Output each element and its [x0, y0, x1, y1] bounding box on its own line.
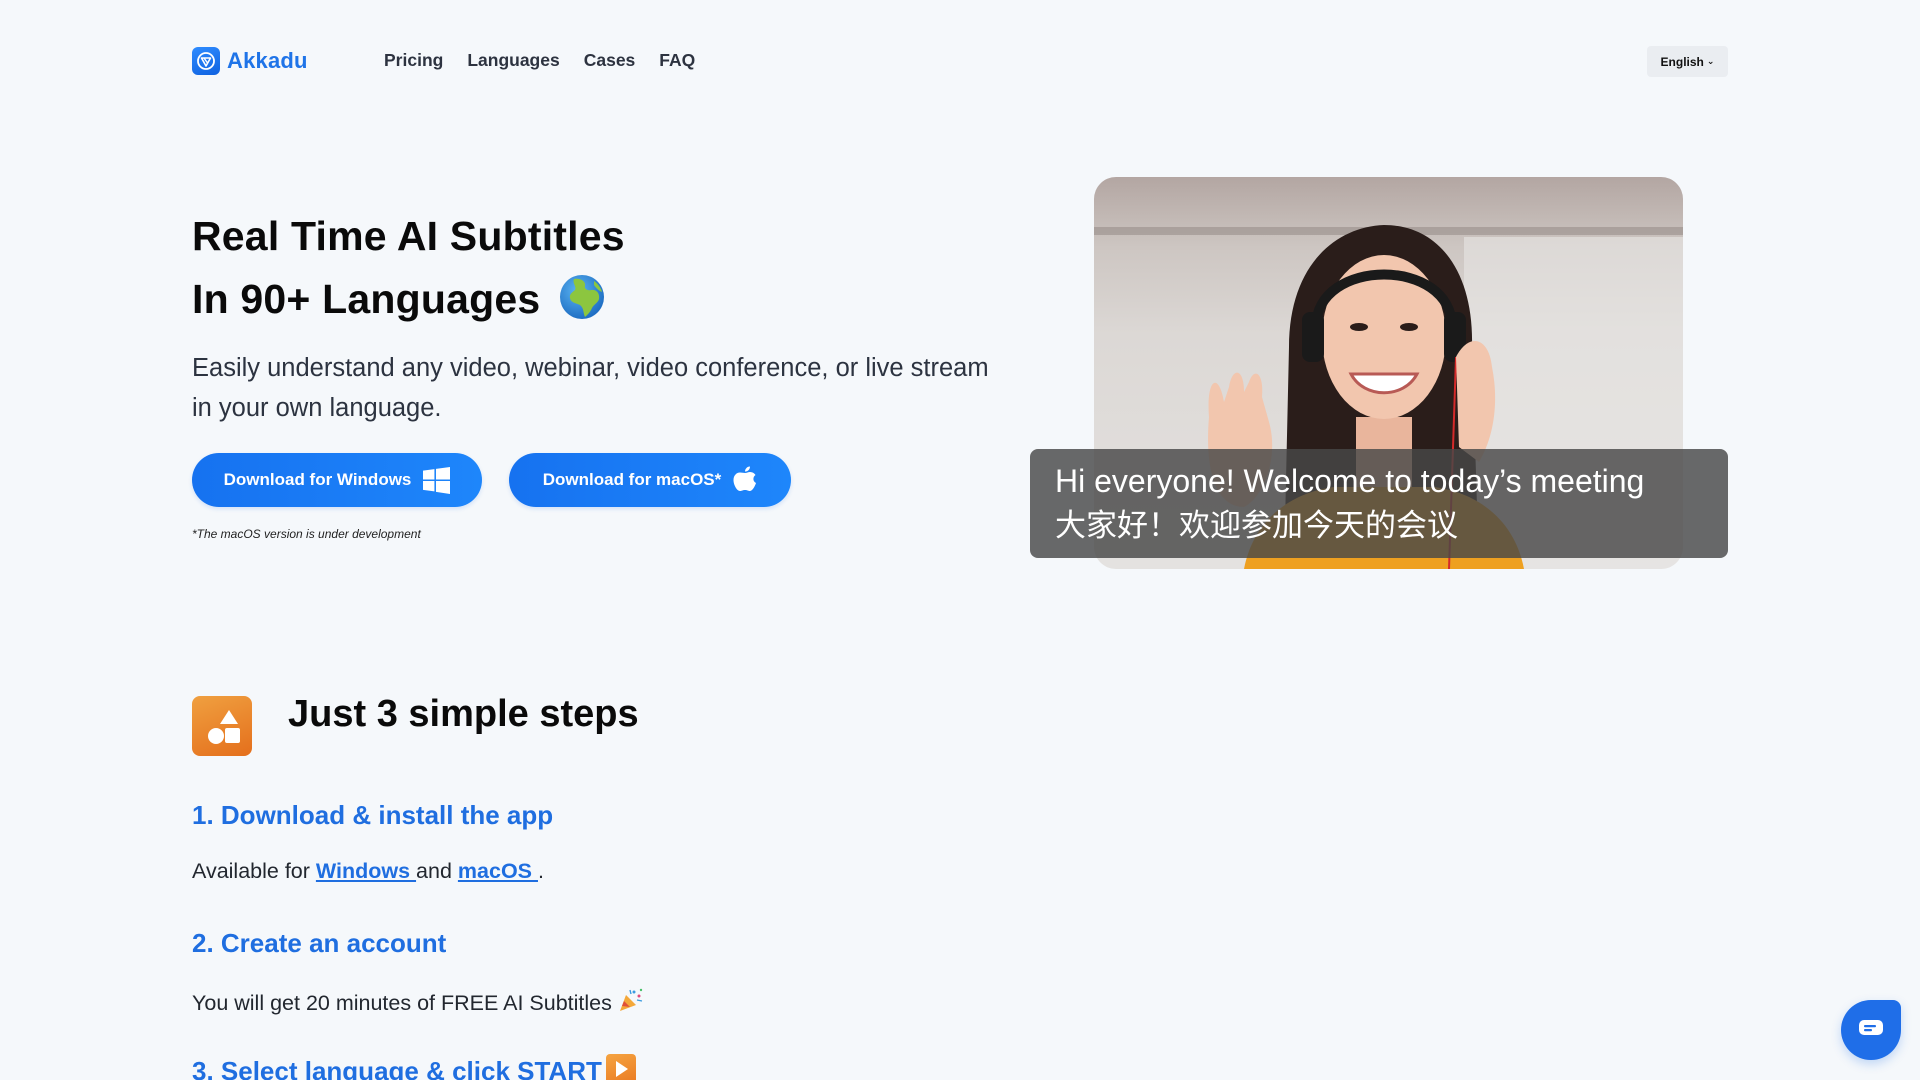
- step-3-heading-text: 3. Select language & click START: [192, 1056, 602, 1080]
- hero-title-line2: In 90+ Languages: [192, 276, 541, 322]
- windows-link[interactable]: Windows: [316, 859, 416, 883]
- step-1-heading: 1. Download & install the app: [192, 800, 554, 830]
- download-macos-label: Download for macOS*: [542, 470, 722, 489]
- hero-title: Real Time AI Subtitles In 90+ Languages: [192, 205, 625, 331]
- nav-languages[interactable]: Languages: [467, 50, 559, 71]
- logo-link[interactable]: Akkadu: [192, 47, 308, 75]
- download-windows-label: Download for Windows: [223, 470, 412, 489]
- macos-note: *The macOS version is under development: [192, 527, 421, 541]
- step-1-text-suffix: .: [537, 859, 544, 883]
- site-header: Akkadu Pricing Languages Cases FAQ Engli…: [0, 0, 1920, 124]
- party-popper-icon: [618, 987, 644, 1019]
- windows-icon: [423, 466, 451, 494]
- step-1-text-middle: and: [416, 859, 458, 883]
- subtitle-chinese: 大家好！欢迎参加今天的会议: [1055, 508, 1458, 544]
- language-selector[interactable]: English ⌄: [1647, 46, 1728, 77]
- step-2-heading: 2. Create an account: [192, 928, 447, 958]
- download-macos-button[interactable]: Download for macOS*: [509, 453, 791, 507]
- nav-pricing[interactable]: Pricing: [384, 50, 443, 71]
- logo-text: Akkadu: [227, 48, 308, 73]
- globe-europe-africa-icon: [558, 273, 606, 321]
- akkadu-logo-icon: [192, 47, 220, 75]
- chevron-down-icon: ⌄: [1706, 56, 1715, 66]
- nav-cases[interactable]: Cases: [584, 50, 636, 71]
- step-1-text-prefix: Available for: [192, 859, 316, 883]
- hero-title-line1: Real Time AI Subtitles: [192, 213, 625, 259]
- language-selected: English: [1660, 54, 1704, 69]
- apple-icon: [733, 466, 757, 494]
- subtitle-english: Hi everyone! Welcome to today’s meeting: [1055, 463, 1645, 499]
- play-button-icon: [605, 1054, 636, 1080]
- step-1-text: Available for Windows and macOS .: [192, 859, 544, 884]
- download-windows-button[interactable]: Download for Windows: [192, 453, 482, 507]
- step-3-heading: 3. Select language & click START: [192, 1054, 636, 1080]
- live-subtitle-overlay: Hi everyone! Welcome to today’s meeting …: [1030, 449, 1728, 558]
- step-2-text: You will get 20 minutes of FREE AI Subti…: [192, 987, 644, 1019]
- chat-bubble-icon: [1858, 1018, 1884, 1043]
- chat-widget-button[interactable]: [1841, 1000, 1901, 1060]
- shapes-icon: [192, 696, 252, 756]
- steps-title: Just 3 simple steps: [288, 693, 639, 735]
- hero-subtitle: Easily understand any video, webinar, vi…: [192, 354, 989, 422]
- step-2-text-content: You will get 20 minutes of FREE AI Subti…: [192, 991, 612, 1015]
- main-nav: Pricing Languages Cases FAQ: [384, 50, 695, 71]
- nav-faq[interactable]: FAQ: [659, 50, 695, 71]
- macos-link[interactable]: macOS: [458, 859, 538, 883]
